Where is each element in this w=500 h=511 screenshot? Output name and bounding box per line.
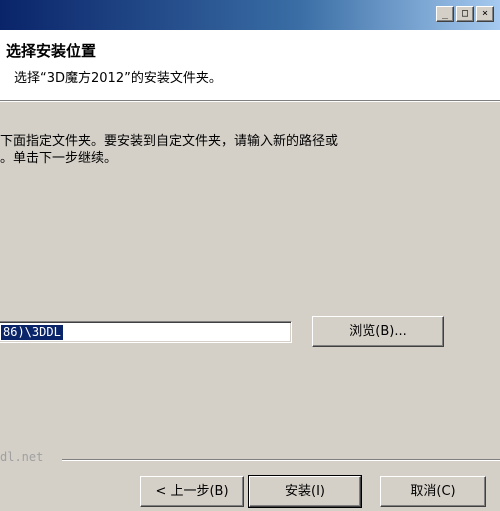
wizard-header: 选择安装位置 选择“3D魔方2012”的安装文件夹。: [0, 30, 500, 101]
instruction-line-1: 下面指定文件夹。要安装到自定文件夹，请输入新的路径或: [0, 134, 339, 149]
minimize-button[interactable]: _: [436, 6, 454, 22]
destination-folder-input[interactable]: 86)\3DDL: [0, 321, 292, 343]
back-button[interactable]: < 上一步(B): [140, 476, 244, 507]
close-button[interactable]: ×: [476, 6, 494, 22]
instruction-line-2: 。单击下一步继续。: [0, 151, 118, 166]
brand-watermark: dl.net: [0, 450, 44, 464]
selected-path-text: 86)\3DDL: [1, 325, 63, 340]
instruction-text: 下面指定文件夹。要安装到自定文件夹，请输入新的路径或 。单击下一步继续。: [0, 133, 500, 167]
page-title: 选择安装位置: [6, 42, 97, 60]
maximize-button[interactable]: □: [456, 6, 474, 22]
page-subtitle: 选择“3D魔方2012”的安装文件夹。: [14, 71, 222, 86]
footer-separator: [62, 459, 500, 461]
install-button[interactable]: 安装(I): [248, 475, 362, 508]
cancel-button[interactable]: 取消(C): [380, 476, 486, 507]
title-bar: _ □ ×: [0, 0, 500, 30]
caption-buttons: _ □ ×: [436, 6, 494, 22]
browse-button[interactable]: 浏览(B)...: [312, 316, 444, 347]
header-divider: [0, 101, 500, 102]
